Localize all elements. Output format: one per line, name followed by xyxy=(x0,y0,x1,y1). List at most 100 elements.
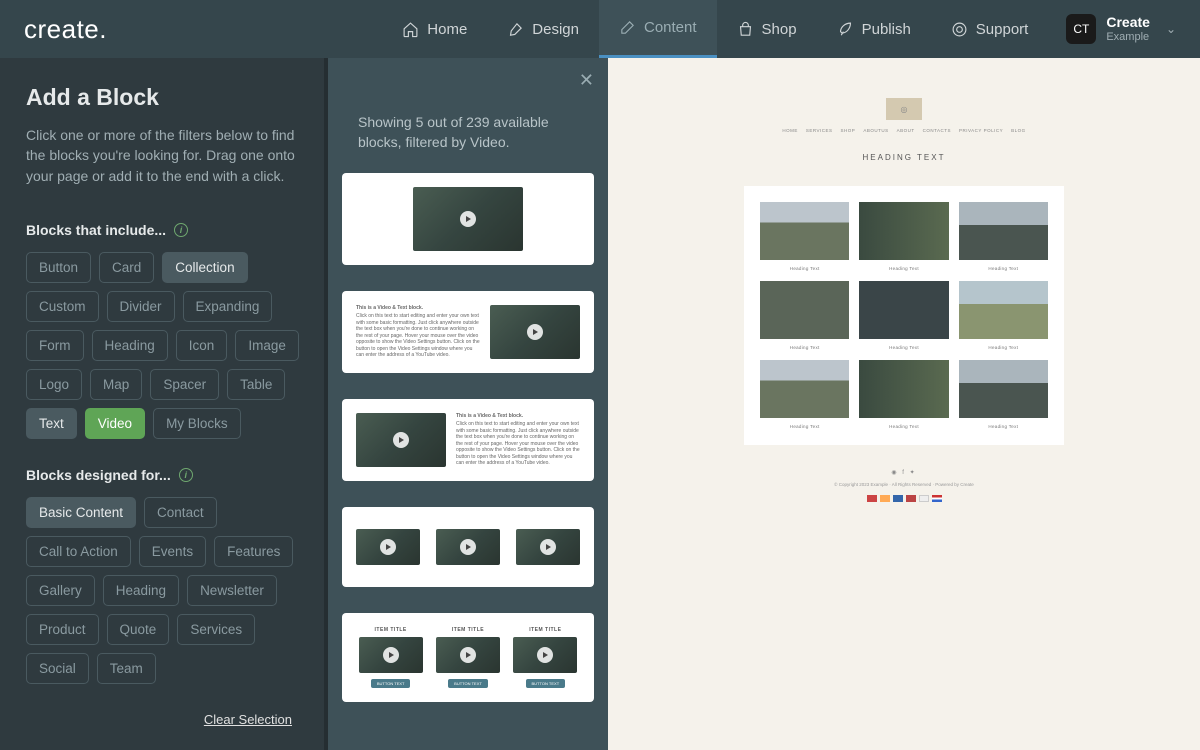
filter-tag-heading[interactable]: Heading xyxy=(92,330,168,361)
filter-tag-product[interactable]: Product xyxy=(26,614,99,645)
filter-tag-divider[interactable]: Divider xyxy=(107,291,175,322)
nav-home[interactable]: Home xyxy=(382,0,487,58)
filter-tag-spacer[interactable]: Spacer xyxy=(150,369,219,400)
filter-tag-contact[interactable]: Contact xyxy=(144,497,217,528)
block-card-three-videos-titled[interactable]: ITEM TITLE BUTTON TEXT ITEM TITLE BUTTON… xyxy=(342,613,594,702)
nav-label: Shop xyxy=(762,21,797,38)
filter-tag-video[interactable]: Video xyxy=(85,408,145,439)
filter-tag-newsletter[interactable]: Newsletter xyxy=(187,575,277,606)
filter-tag-events[interactable]: Events xyxy=(139,536,206,567)
item-title: ITEM TITLE xyxy=(375,627,407,633)
info-icon[interactable]: i xyxy=(174,223,188,237)
nav-label: Support xyxy=(976,21,1029,38)
bag-icon xyxy=(737,21,754,38)
video-thumb xyxy=(516,529,580,565)
video-thumb xyxy=(490,305,580,359)
preview-image xyxy=(760,202,849,260)
section-designed-label: Blocks designed for... i xyxy=(26,467,302,483)
nav-design[interactable]: Design xyxy=(487,0,599,58)
filter-tag-services[interactable]: Services xyxy=(177,614,255,645)
preview-nav-item: BLOG xyxy=(1011,128,1026,133)
nav-support[interactable]: Support xyxy=(931,0,1049,58)
preview-nav-item: CONTACTS xyxy=(923,128,951,133)
block-card-video-centered[interactable] xyxy=(342,173,594,265)
filter-tag-icon[interactable]: Icon xyxy=(176,330,228,361)
sample-button: BUTTON TEXT xyxy=(526,679,566,688)
block-card-three-videos[interactable] xyxy=(342,507,594,587)
clear-selection-link[interactable]: Clear Selection xyxy=(26,712,302,727)
preview-image xyxy=(959,202,1048,260)
close-icon[interactable]: ✕ xyxy=(579,70,594,91)
preview-image xyxy=(760,281,849,339)
preview-nav-item: SHOP xyxy=(841,128,856,133)
preview-logo: ◎ xyxy=(886,98,922,120)
filter-tag-my-blocks[interactable]: My Blocks xyxy=(153,408,241,439)
home-icon xyxy=(402,21,419,38)
preview-nav-item: HOME xyxy=(782,128,798,133)
filter-tag-team[interactable]: Team xyxy=(97,653,156,684)
nav-label: Home xyxy=(427,21,467,38)
filter-tag-quote[interactable]: Quote xyxy=(107,614,170,645)
play-icon xyxy=(460,539,476,555)
chevron-down-icon: ⌄ xyxy=(1166,22,1176,36)
preview-image xyxy=(959,281,1048,339)
nav-content[interactable]: Content xyxy=(599,0,717,58)
filter-tag-heading[interactable]: Heading xyxy=(103,575,179,606)
block-card-text-left-video-right[interactable]: This is a Video & Text block. Click on t… xyxy=(342,291,594,373)
preview-footer: © Copyright 2023 Example · All Rights Re… xyxy=(648,482,1160,487)
sample-button: BUTTON TEXT xyxy=(448,679,488,688)
nav-shop[interactable]: Shop xyxy=(717,0,817,58)
play-icon xyxy=(460,211,476,227)
filter-tag-button[interactable]: Button xyxy=(26,252,91,283)
user-sub: Example xyxy=(1106,31,1150,44)
filter-tag-form[interactable]: Form xyxy=(26,330,84,361)
info-icon[interactable]: i xyxy=(179,468,193,482)
nav-label: Content xyxy=(644,19,697,36)
preview-payment-badges xyxy=(648,495,1160,502)
filter-tag-features[interactable]: Features xyxy=(214,536,293,567)
filter-tag-text[interactable]: Text xyxy=(26,408,77,439)
filter-tag-card[interactable]: Card xyxy=(99,252,154,283)
filter-tag-gallery[interactable]: Gallery xyxy=(26,575,95,606)
nav-label: Publish xyxy=(862,21,911,38)
item-title: ITEM TITLE xyxy=(452,627,484,633)
preview-nav-item: ABOUT xyxy=(897,128,915,133)
filter-tag-expanding[interactable]: Expanding xyxy=(183,291,273,322)
sidebar-title: Add a Block xyxy=(26,84,302,111)
filter-tag-call-to-action[interactable]: Call to Action xyxy=(26,536,131,567)
filter-tag-image[interactable]: Image xyxy=(235,330,299,361)
preview-image xyxy=(859,202,948,260)
lifebuoy-icon xyxy=(951,21,968,38)
preview-grid: Heading Text Heading Text Heading Text H… xyxy=(744,186,1064,445)
nav-publish[interactable]: Publish xyxy=(817,0,931,58)
nav-label: Design xyxy=(532,21,579,38)
filter-tag-collection[interactable]: Collection xyxy=(162,252,247,283)
filter-tag-table[interactable]: Table xyxy=(227,369,285,400)
filter-tag-social[interactable]: Social xyxy=(26,653,89,684)
video-thumb xyxy=(356,413,446,467)
filter-tag-basic-content[interactable]: Basic Content xyxy=(26,497,136,528)
brush-icon xyxy=(507,21,524,38)
preview-heading: HEADING TEXT xyxy=(648,153,1160,162)
video-thumb xyxy=(436,637,500,673)
filter-tag-map[interactable]: Map xyxy=(90,369,142,400)
play-icon xyxy=(460,647,476,663)
preview-image xyxy=(760,360,849,418)
preview-social-icons: ◉ f ✦ xyxy=(648,469,1160,476)
preview-nav-item: ABOUTUS xyxy=(863,128,888,133)
item-title: ITEM TITLE xyxy=(529,627,561,633)
page-preview[interactable]: ◎ HOMESERVICESSHOPABOUTUSABOUTCONTACTSPR… xyxy=(608,58,1200,750)
block-card-video-left-text-right[interactable]: This is a Video & Text block. Click on t… xyxy=(342,399,594,481)
brand-logo[interactable]: create xyxy=(24,14,107,45)
play-icon xyxy=(380,539,396,555)
preview-image xyxy=(959,360,1048,418)
results-column: ✕ Showing 5 out of 239 available blocks,… xyxy=(328,58,608,750)
filter-tag-custom[interactable]: Custom xyxy=(26,291,99,322)
user-name: Create xyxy=(1106,14,1150,31)
play-icon xyxy=(537,647,553,663)
include-tag-group: Button Card Collection Custom Divider Expandi… xyxy=(26,252,302,439)
designed-tag-group: Basic Content Contact Call to Action Events… xyxy=(26,497,302,684)
filter-tag-logo[interactable]: Logo xyxy=(26,369,82,400)
video-thumb xyxy=(356,529,420,565)
user-menu[interactable]: CT Create Example ⌄ xyxy=(1066,14,1176,44)
